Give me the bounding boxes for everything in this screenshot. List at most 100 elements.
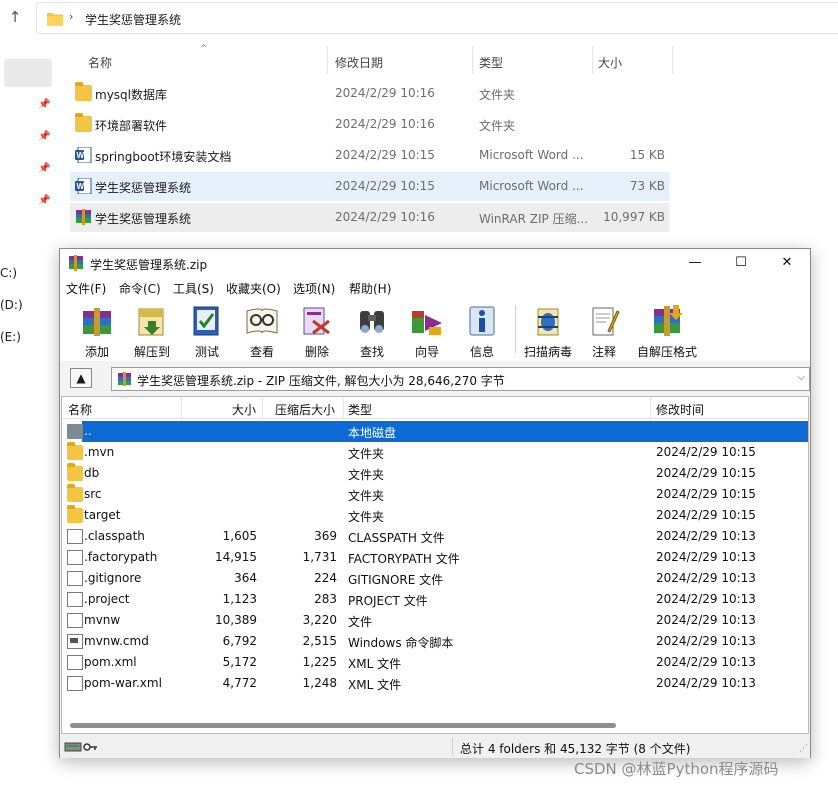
table-row[interactable]: .factorypath 14,915 1,731 FACTORYPATH 文件… bbox=[62, 547, 808, 568]
up-arrow-icon[interactable]: ↑ bbox=[6, 8, 24, 26]
minimize-button[interactable]: — bbox=[672, 249, 718, 277]
pin-icon[interactable]: 📌 bbox=[38, 131, 50, 143]
add-button[interactable]: 添加 bbox=[67, 301, 127, 359]
horizontal-scrollbar[interactable] bbox=[62, 719, 808, 733]
column-divider[interactable] bbox=[592, 46, 593, 74]
column-type[interactable]: 类型 bbox=[348, 401, 372, 418]
table-row[interactable]: pom-war.xml 4,772 1,248 XML 文件 2024/2/29… bbox=[62, 673, 808, 694]
column-size[interactable]: 大小 bbox=[232, 401, 256, 418]
column-divider[interactable] bbox=[262, 397, 263, 419]
test-button[interactable]: 测试 bbox=[177, 301, 237, 359]
breadcrumb[interactable]: 学生奖惩管理系统 bbox=[85, 11, 181, 28]
cell-modified: 2024/2/29 10:13 bbox=[656, 634, 756, 648]
winrar-icon bbox=[69, 255, 83, 271]
find-button[interactable]: 查找 bbox=[342, 301, 402, 359]
table-row[interactable]: mvnw.cmd 6,792 2,515 Windows 命令脚本 2024/2… bbox=[62, 631, 808, 652]
delete-button[interactable]: 删除 bbox=[287, 301, 347, 359]
archive-file-list: ^ 名称 大小 压缩后大小 类型 修改时间 .. 本地磁盘 .mvn 文件夹 2… bbox=[61, 396, 809, 734]
scrollbar-thumb[interactable] bbox=[70, 723, 616, 728]
test-icon bbox=[193, 306, 219, 336]
nav-selected-item[interactable] bbox=[4, 59, 52, 87]
status-summary: 总计 4 folders 和 45,132 字节 (8 个文件) bbox=[460, 742, 691, 756]
title-bar[interactable]: 学生奖惩管理系统.zip — ☐ ✕ bbox=[60, 249, 810, 277]
archive-path: 学生奖惩管理系统.zip - ZIP 压缩文件, 解包大小为 28,646,27… bbox=[137, 374, 505, 388]
cell-type: FACTORYPATH 文件 bbox=[348, 552, 460, 566]
list-item[interactable]: mysql数据库 2024/2/29 10:16 文件夹 bbox=[70, 79, 669, 108]
close-button[interactable]: ✕ bbox=[764, 249, 810, 277]
table-row[interactable]: .gitignore 364 224 GITIGNORE 文件 2024/2/2… bbox=[62, 568, 808, 589]
resize-grip-icon[interactable]: ⋰ bbox=[799, 744, 808, 754]
drive-d[interactable]: (D:) bbox=[0, 298, 23, 312]
list-item[interactable]: 学生奖惩管理系统 2024/2/29 10:16 WinRAR ZIP 压缩..… bbox=[70, 203, 669, 232]
folder-icon bbox=[67, 442, 83, 460]
drive-c[interactable]: C:) bbox=[0, 266, 17, 280]
table-row[interactable]: db 文件夹 2024/2/29 10:15 bbox=[62, 463, 808, 484]
pin-icon[interactable]: 📌 bbox=[38, 163, 50, 175]
file-icon bbox=[67, 676, 83, 691]
menu-options[interactable]: 选项(N) bbox=[293, 280, 335, 297]
table-row[interactable]: mvnw 10,389 3,220 文件 2024/2/29 10:13 bbox=[62, 610, 808, 631]
toolbar-label: 测试 bbox=[194, 345, 219, 359]
menu-commands[interactable]: 命令(C) bbox=[119, 280, 161, 297]
column-size[interactable]: 大小 bbox=[598, 54, 622, 71]
path-dropdown[interactable]: 学生奖惩管理系统.zip - ZIP 压缩文件, 解包大小为 28,646,27… bbox=[111, 367, 810, 391]
maximize-button[interactable]: ☐ bbox=[718, 249, 764, 277]
cell-name: mvnw bbox=[84, 613, 121, 627]
file-type: Microsoft Word ... bbox=[479, 148, 584, 162]
pin-icon[interactable]: 📌 bbox=[38, 195, 50, 207]
column-divider[interactable] bbox=[343, 397, 344, 419]
menu-favorites[interactable]: 收藏夹(O) bbox=[226, 280, 281, 297]
pin-icon[interactable]: 📌 bbox=[38, 99, 50, 111]
column-modified[interactable]: 修改时间 bbox=[656, 401, 704, 418]
winrar-archive-icon bbox=[76, 209, 91, 225]
table-row[interactable]: .. 本地磁盘 bbox=[62, 421, 808, 442]
menu-help[interactable]: 帮助(H) bbox=[349, 280, 391, 297]
column-divider[interactable] bbox=[327, 46, 328, 74]
list-item[interactable]: W 学生奖惩管理系统 2024/2/29 10:15 Microsoft Wor… bbox=[70, 172, 669, 201]
table-row[interactable]: .classpath 1,605 369 CLASSPATH 文件 2024/2… bbox=[62, 526, 808, 547]
up-folder-button[interactable]: ▲ bbox=[70, 368, 92, 388]
column-type[interactable]: 类型 bbox=[479, 54, 503, 71]
address-bar[interactable]: › 学生奖惩管理系统 bbox=[36, 2, 838, 34]
file-name: 学生奖惩管理系统 bbox=[95, 212, 192, 226]
toolbar-label: 查找 bbox=[359, 345, 384, 359]
file-date: 2024/2/29 10:16 bbox=[335, 117, 435, 131]
column-divider[interactable] bbox=[672, 46, 673, 74]
extract-to-button[interactable]: 解压到 bbox=[122, 301, 182, 359]
list-item[interactable]: 环境部署软件 2024/2/29 10:16 文件夹 bbox=[70, 110, 669, 139]
column-divider[interactable] bbox=[650, 397, 651, 419]
drive-e[interactable]: (E:) bbox=[0, 330, 21, 344]
column-divider[interactable] bbox=[181, 397, 182, 419]
column-divider[interactable] bbox=[472, 46, 473, 74]
table-row[interactable]: target 文件夹 2024/2/29 10:15 bbox=[62, 505, 808, 526]
table-row[interactable]: .mvn 文件夹 2024/2/29 10:15 bbox=[62, 442, 808, 463]
info-button[interactable]: 信息 bbox=[452, 301, 512, 359]
comment-button[interactable]: 注释 bbox=[574, 301, 634, 359]
menu-file[interactable]: 文件(F) bbox=[66, 280, 106, 297]
cell-name: db bbox=[84, 466, 100, 480]
cell-type: 文件 bbox=[348, 615, 373, 629]
cell-size: 4,772 bbox=[222, 676, 257, 690]
sfx-button[interactable]: 自解压格式 bbox=[634, 301, 700, 359]
column-name[interactable]: 名称 bbox=[88, 54, 112, 71]
sfx-icon bbox=[654, 305, 683, 336]
view-button[interactable]: 查看 bbox=[232, 301, 292, 359]
scan-virus-button[interactable]: 扫描病毒 bbox=[518, 301, 578, 359]
word-doc-icon: W bbox=[75, 147, 92, 163]
cell-modified: 2024/2/29 10:15 bbox=[656, 508, 756, 522]
column-name[interactable]: 名称 bbox=[68, 401, 92, 418]
toolbar-label: 添加 bbox=[84, 345, 109, 359]
list-item[interactable]: W springboot环境安装文档 2024/2/29 10:15 Micro… bbox=[70, 141, 669, 170]
table-row[interactable]: pom.xml 5,172 1,225 XML 文件 2024/2/29 10:… bbox=[62, 652, 808, 673]
watermark: CSDN @林蓝Python程序源码 bbox=[574, 760, 779, 778]
menu-tools[interactable]: 工具(S) bbox=[173, 280, 214, 297]
table-row[interactable]: src 文件夹 2024/2/29 10:15 bbox=[62, 484, 808, 505]
cell-size: 1,605 bbox=[222, 529, 257, 543]
table-row[interactable]: .project 1,123 283 PROJECT 文件 2024/2/29 … bbox=[62, 589, 808, 610]
column-date[interactable]: 修改日期 bbox=[335, 54, 383, 71]
folder-icon bbox=[47, 13, 63, 26]
file-size: 73 KB bbox=[629, 179, 665, 193]
wizard-button[interactable]: 向导 bbox=[397, 301, 457, 359]
column-packed[interactable]: 压缩后大小 bbox=[275, 401, 335, 418]
chevron-down-icon[interactable]: ⌵ bbox=[797, 372, 805, 383]
